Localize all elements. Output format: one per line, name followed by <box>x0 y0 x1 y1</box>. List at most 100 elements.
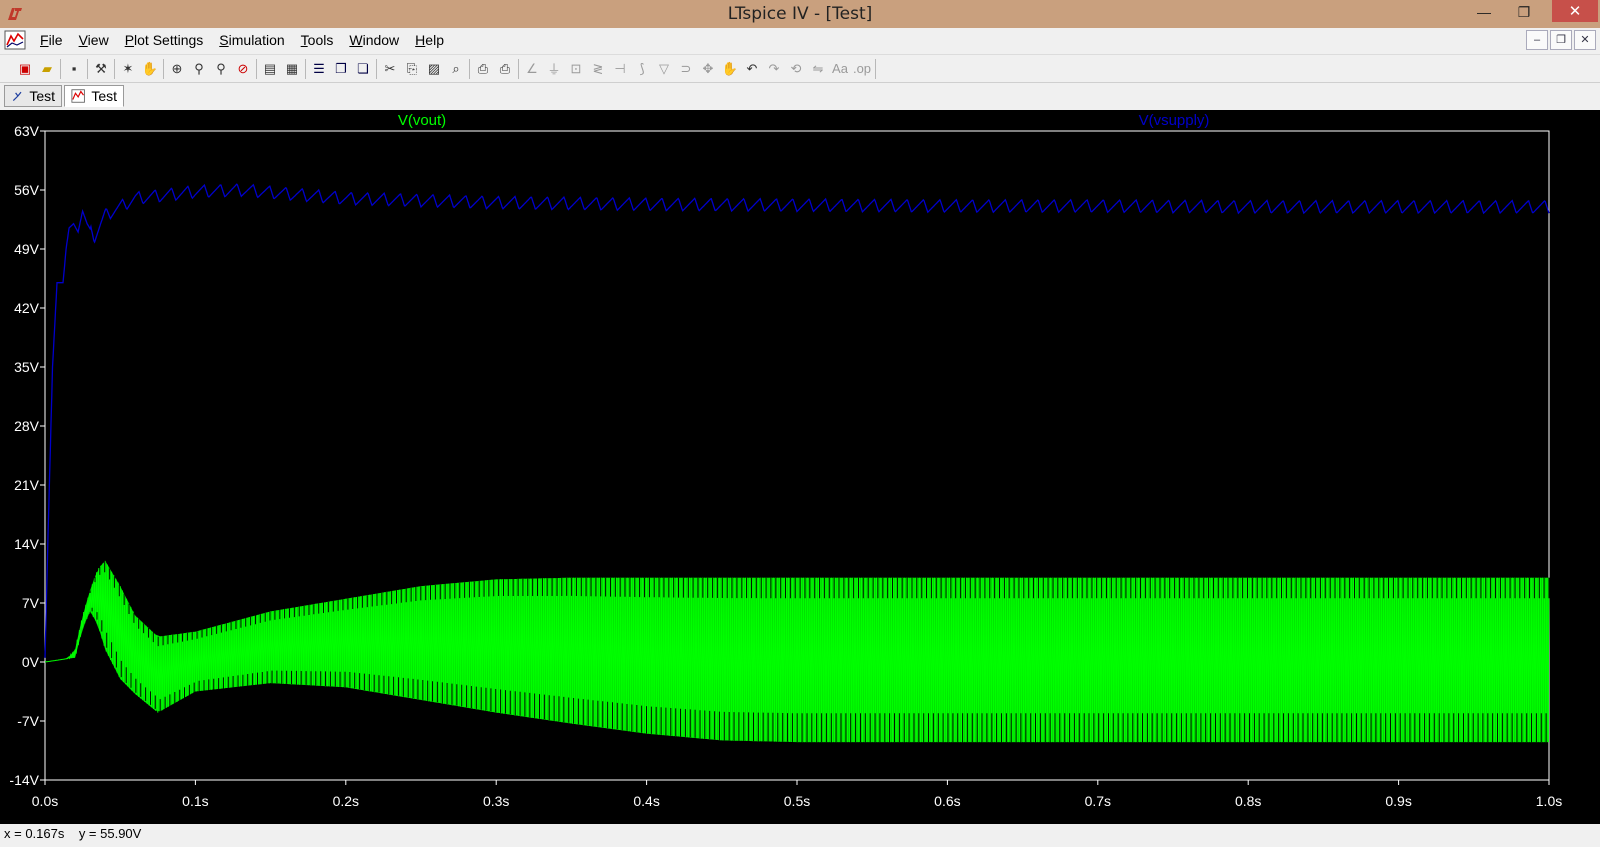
cursor-y-readout: y = 55.90V <box>78 826 142 841</box>
x-tick-label: 0.3s <box>483 793 509 809</box>
undo-icon[interactable]: ↶ <box>741 58 763 80</box>
copy-icon[interactable]: ⎘ <box>401 58 423 80</box>
menu-window-hotkey: W <box>349 32 363 48</box>
wire-icon[interactable]: ∠ <box>521 58 543 80</box>
tab-strip: Test Test <box>0 82 1600 108</box>
label-net-icon[interactable]: ⊡ <box>565 58 587 80</box>
toolbar-separator <box>875 58 876 79</box>
zoom-in-icon[interactable]: ⚲ <box>188 58 210 80</box>
print-icon[interactable]: ⎙ <box>494 58 516 80</box>
waveform-window-icon[interactable] <box>4 30 26 50</box>
new-schematic-icon[interactable]: ▣ <box>14 58 36 80</box>
x-tick-label: 0.9s <box>1385 793 1411 809</box>
cascade-icon[interactable]: ❐ <box>330 58 352 80</box>
run-icon[interactable]: ✶ <box>117 58 139 80</box>
inductor-icon[interactable]: ⟆ <box>631 58 653 80</box>
drag-icon[interactable]: ✋ <box>719 58 741 80</box>
tile-horizontal-icon[interactable]: ☰ <box>308 58 330 80</box>
schematic-icon <box>12 91 22 102</box>
menu-simulation-hotkey: S <box>219 32 229 48</box>
x-tick-label: 0.7s <box>1085 793 1111 809</box>
control-panel-icon[interactable]: ⚒ <box>90 58 112 80</box>
menu-simulation[interactable]: Simulation <box>211 29 292 51</box>
trace-label-vout: V(vout) <box>398 112 446 129</box>
menu-tools-label: ools <box>307 32 334 48</box>
waveform-plot[interactable]: 63V 56V 49V 42V 35V 28V 21V 14V 7V 0V -7V -14V 0.0s 0… <box>0 110 1600 824</box>
halt-icon[interactable]: ✋ <box>139 58 161 80</box>
menu-tools-hotkey: T <box>300 32 308 48</box>
menu-view[interactable]: View <box>71 29 117 51</box>
capacitor-icon[interactable]: ⊣ <box>609 58 631 80</box>
minimize-button[interactable]: — <box>1470 0 1498 24</box>
mdi-restore-button[interactable]: ❐ <box>1550 30 1572 50</box>
zoom-area-icon[interactable]: ⊕ <box>166 58 188 80</box>
paste-icon[interactable]: ▨ <box>423 58 445 80</box>
y-tick-label: -14V <box>9 772 39 788</box>
toolbar-separator <box>518 58 519 79</box>
x-tick-label: 0.0s <box>32 793 58 809</box>
fit-icon[interactable]: ▦ <box>281 58 303 80</box>
find-icon[interactable]: ⌕ <box>445 58 467 80</box>
window-title: LTspice IV - [Test] <box>727 4 873 24</box>
menu-simulation-label: imulation <box>228 32 285 48</box>
menu-help[interactable]: Help <box>407 29 452 51</box>
mdi-minimize-button[interactable]: – <box>1526 30 1548 50</box>
menu-help-hotkey: H <box>415 32 426 48</box>
component-icon[interactable]: ⊃ <box>675 58 697 80</box>
x-tick-label: 0.1s <box>182 793 208 809</box>
toolbar-separator <box>256 58 257 79</box>
maximize-button[interactable]: ❐ <box>1510 0 1538 24</box>
autorange-icon[interactable]: ▤ <box>259 58 281 80</box>
text-icon[interactable]: Aa <box>829 58 851 80</box>
spice-directive-icon[interactable]: .op <box>851 58 873 80</box>
toolbar: ▣ ▰ ▪ ⚒ ✶ ✋ ⊕ ⚲ ⚲ ⊘ ▤ ▦ ☰ ❐ ❏ ✂ ⎘ ▨ ⌕ ⎙ … <box>0 54 1600 82</box>
toolbar-separator <box>305 58 306 79</box>
x-tick-label: 0.2s <box>333 793 359 809</box>
trace-label-vsupply: V(vsupply) <box>1139 112 1210 129</box>
toolbar-separator <box>60 58 61 79</box>
tab-schematic[interactable]: Test <box>4 85 62 107</box>
diode-icon[interactable]: ▽ <box>653 58 675 80</box>
open-icon[interactable]: ▰ <box>36 58 58 80</box>
mirror-icon[interactable]: ⇋ <box>807 58 829 80</box>
menu-file[interactable]: File <box>32 29 71 51</box>
ground-icon[interactable]: ⏚ <box>543 58 565 80</box>
close-button[interactable]: ✕ <box>1552 0 1598 22</box>
toolbar-separator <box>469 58 470 79</box>
toolbar-separator <box>87 58 88 79</box>
x-tick-label: 0.8s <box>1235 793 1261 809</box>
menu-plot-settings-label: lot Settings <box>134 32 204 48</box>
rotate-icon[interactable]: ⟲ <box>785 58 807 80</box>
toolbar-separator <box>163 58 164 79</box>
toolbar-separator <box>114 58 115 79</box>
mdi-close-button[interactable]: ✕ <box>1574 30 1596 50</box>
menu-plot-settings[interactable]: Plot Settings <box>117 29 212 51</box>
y-tick-label: 56V <box>14 182 40 198</box>
cut-icon[interactable]: ✂ <box>379 58 401 80</box>
y-tick-label: 14V <box>14 536 40 552</box>
menu-plot-settings-hotkey: P <box>124 32 135 48</box>
menu-window-label: indow <box>362 32 400 48</box>
save-icon[interactable]: ▪ <box>63 58 85 80</box>
y-tick-label: -7V <box>17 713 39 729</box>
waveform-plot-svg[interactable]: 63V 56V 49V 42V 35V 28V 21V 14V 7V 0V -7V -14V 0.0s 0… <box>0 110 1600 824</box>
menu-view-hotkey: V <box>78 32 88 48</box>
mdi-controls: – ❐ ✕ <box>1526 30 1596 50</box>
move-icon[interactable]: ✥ <box>697 58 719 80</box>
y-tick-label: 49V <box>14 241 40 257</box>
y-tick-label: 42V <box>14 300 40 316</box>
x-tick-label: 1.0s <box>1536 793 1562 809</box>
title-bar: LTspice IV - [Test] — ❐ ✕ <box>0 0 1600 28</box>
tile-vertical-icon[interactable]: ❏ <box>352 58 374 80</box>
menu-window[interactable]: Window <box>341 29 407 51</box>
redo-icon[interactable]: ↷ <box>763 58 785 80</box>
y-tick-label: 63V <box>14 123 40 139</box>
zoom-out-icon[interactable]: ⚲ <box>210 58 232 80</box>
tab-waveform[interactable]: Test <box>64 85 124 107</box>
menu-view-label: iew <box>87 32 109 48</box>
print-preview-icon[interactable]: ⎙ <box>472 58 494 80</box>
resistor-icon[interactable]: ≷ <box>587 58 609 80</box>
menu-tools[interactable]: Tools <box>293 29 342 51</box>
x-tick-label: 0.5s <box>784 793 810 809</box>
zoom-cancel-icon[interactable]: ⊘ <box>232 58 254 80</box>
